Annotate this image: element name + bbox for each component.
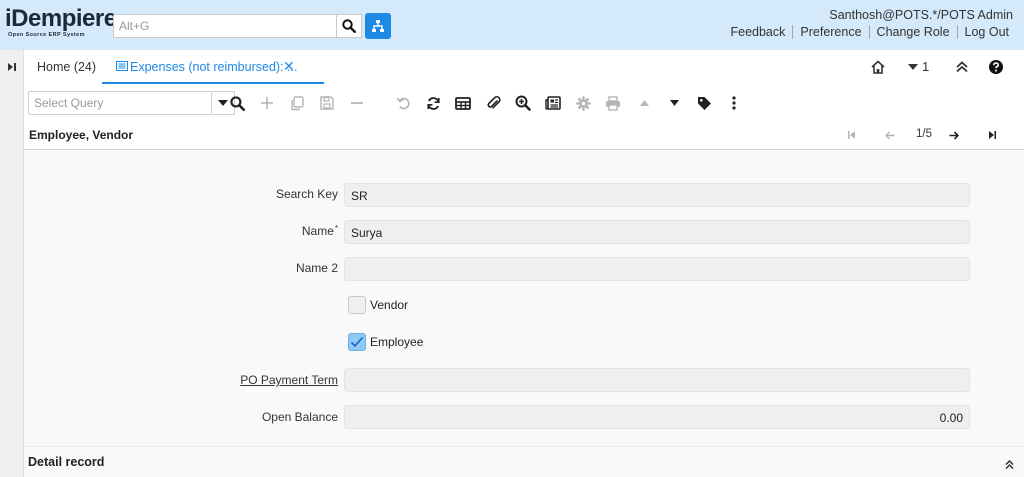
more-dropdown-button[interactable]: [664, 93, 684, 113]
name-label-text: Name: [301, 224, 334, 238]
grid-toggle-icon: [455, 96, 471, 110]
employee-checkbox[interactable]: [348, 333, 366, 351]
record-title: Employee, Vendor: [29, 128, 134, 142]
po-payment-term-field[interactable]: [344, 368, 970, 392]
save-icon: [320, 96, 334, 110]
close-tab-icon[interactable]: ✕: [283, 58, 295, 75]
previous-arrow-button[interactable]: [634, 93, 654, 113]
global-search-input[interactable]: Alt+G: [113, 14, 337, 38]
attachment-button[interactable]: [483, 93, 503, 113]
open-balance-label: Open Balance: [261, 410, 338, 424]
caret-up-icon: [639, 100, 649, 106]
zoom-across-icon: [515, 95, 531, 111]
report-button[interactable]: [543, 93, 563, 113]
tab-expenses-label: Expenses (not reimbursed): ...: [130, 60, 298, 74]
name2-label: Name 2: [295, 261, 338, 275]
print-button[interactable]: [603, 93, 623, 113]
last-record-icon[interactable]: [989, 131, 996, 139]
search-key-field[interactable]: SR: [344, 183, 970, 207]
copy-icon: [291, 95, 304, 110]
site-map-button[interactable]: [365, 13, 391, 39]
open-balance-field: 0.00: [344, 405, 970, 429]
record-title-row: Employee, Vendor 1/5: [24, 120, 1024, 150]
log-out-link[interactable]: Log Out: [956, 25, 1016, 39]
collapse-detail-icon[interactable]: [1005, 460, 1014, 469]
preference-link[interactable]: Preference: [792, 25, 868, 39]
refresh-button[interactable]: [423, 93, 443, 113]
logo-tagline: Open Source ERP System: [8, 32, 85, 38]
idempiere-logo[interactable]: iDempiere Open Source ERP System: [5, 5, 117, 42]
search-icon: [229, 95, 245, 111]
select-query-input[interactable]: Select Query: [28, 91, 212, 115]
user-role-label: Santhosh@POTS.*/POTS Admin: [829, 8, 1013, 22]
process-button[interactable]: [573, 93, 593, 113]
kebab-menu-button[interactable]: [724, 93, 744, 113]
gear-icon: [575, 95, 591, 111]
delete-icon: [351, 102, 363, 104]
window-toolbar: Select Query: [24, 84, 1024, 120]
checkmark-icon: [350, 336, 364, 348]
previous-record-icon[interactable]: [885, 131, 895, 140]
vendor-checkbox[interactable]: [348, 296, 366, 314]
refresh-icon: [426, 96, 440, 110]
tag-icon: [697, 96, 711, 110]
undo-button[interactable]: [393, 93, 413, 113]
tab-expenses[interactable]: Expenses (not reimbursed): ... ✕: [102, 50, 324, 84]
find-button[interactable]: [227, 93, 247, 113]
employee-label: Employee: [370, 335, 424, 349]
undo-icon: [395, 96, 410, 109]
copy-record-button[interactable]: [287, 93, 307, 113]
tag-button[interactable]: [694, 93, 714, 113]
first-record-icon[interactable]: [848, 131, 855, 139]
feedback-link[interactable]: Feedback: [723, 25, 792, 39]
logo-brand-text: iDempiere: [5, 5, 117, 32]
sitemap-icon: [372, 20, 384, 32]
name-field[interactable]: Surya: [344, 220, 970, 244]
search-icon: [342, 19, 356, 33]
help-icon[interactable]: [989, 60, 1003, 74]
tab-home[interactable]: Home (24): [37, 60, 96, 74]
name-label: Name*: [138, 224, 338, 238]
delete-button[interactable]: [347, 93, 367, 113]
window-list-dropdown-icon[interactable]: [908, 64, 918, 70]
zoom-across-button[interactable]: [513, 93, 533, 113]
record-form: Search Key SR Name* Surya Name 2 Vendor …: [24, 151, 1024, 446]
window-tabbar: Home (24) Expenses (not reimbursed): ...…: [24, 50, 1024, 84]
header-bar: iDempiere Open Source ERP System Alt+G S…: [0, 0, 1024, 50]
expand-panel-icon[interactable]: [7, 62, 17, 72]
search-key-label: Search Key: [275, 187, 338, 201]
detail-record-bar: Detail record: [24, 446, 1024, 477]
caret-down-icon: [669, 100, 679, 106]
new-record-button[interactable]: [257, 93, 277, 113]
global-search-button[interactable]: [337, 14, 362, 38]
vendor-label: Vendor: [370, 298, 409, 312]
attachment-icon: [487, 96, 501, 109]
next-record-icon[interactable]: [949, 131, 959, 140]
po-payment-term-label[interactable]: PO Payment Term: [138, 373, 338, 387]
detail-record-label: Detail record: [28, 455, 105, 469]
west-panel-collapsed: [0, 50, 24, 477]
report-icon: [545, 96, 561, 110]
print-icon: [606, 95, 620, 111]
change-role-link[interactable]: Change Role: [868, 25, 957, 39]
record-position: 1/5: [916, 128, 932, 140]
grid-toggle-button[interactable]: [453, 93, 473, 113]
window-icon: [116, 61, 128, 71]
collapse-up-icon[interactable]: [956, 61, 968, 73]
header-links: Feedback Preference Change Role Log Out: [723, 25, 1016, 39]
save-button[interactable]: [317, 93, 337, 113]
new-record-icon: [261, 97, 273, 109]
required-marker: *: [334, 224, 338, 233]
home-icon[interactable]: [870, 59, 886, 75]
name2-field[interactable]: [344, 257, 970, 281]
window-count: 1: [922, 59, 930, 74]
kebab-menu-icon: [732, 96, 736, 110]
